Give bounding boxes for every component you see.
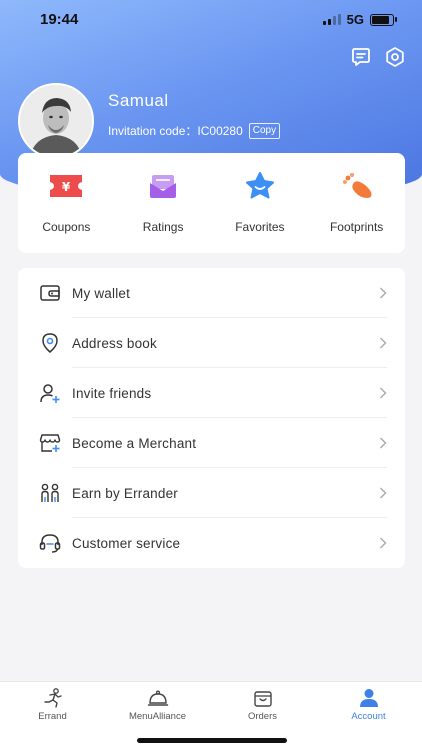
avatar[interactable] xyxy=(18,83,94,159)
chevron-right-icon xyxy=(380,437,387,449)
menu-item-label: Earn by Errander xyxy=(72,485,178,501)
menu-item-label: My wallet xyxy=(72,285,131,301)
copy-button[interactable]: Copy xyxy=(248,122,281,139)
tab-account[interactable]: Account xyxy=(316,682,421,722)
quick-action-footprints[interactable]: Footprints xyxy=(308,153,405,253)
chevron-right-icon xyxy=(380,287,387,299)
invitation-code-row: Invitation code： IC00280 Copy xyxy=(108,122,281,139)
account-user-icon xyxy=(359,689,378,707)
quick-actions-card: ¥ Coupons Ratings Favorites Footprints xyxy=(18,153,405,253)
settings-icon[interactable] xyxy=(383,45,407,69)
network-label: 5G xyxy=(346,12,364,27)
chevron-right-icon xyxy=(380,387,387,399)
tab-label: Errand xyxy=(38,711,67,722)
battery-icon xyxy=(370,13,397,26)
tab-orders[interactable]: Orders xyxy=(210,682,315,722)
tab-label: MenuAlliance xyxy=(128,711,187,722)
quick-action-label: Coupons xyxy=(42,220,91,234)
invitation-code: IC00280 xyxy=(197,123,243,138)
menu-item-become-merchant[interactable]: Become a Merchant xyxy=(18,418,405,468)
quick-action-favorites[interactable]: Favorites xyxy=(212,153,309,253)
username: Samual xyxy=(108,91,169,110)
menu-item-earn-by-errander[interactable]: Earn by Errander xyxy=(18,468,405,518)
ratings-envelope-icon xyxy=(150,175,177,198)
menu-list-card: My wallet Address book Invite friends Be xyxy=(18,268,405,568)
menu-item-address-book[interactable]: Address book xyxy=(18,318,405,368)
location-pin-icon xyxy=(42,333,58,353)
quick-action-label: Favorites xyxy=(235,220,285,234)
status-time: 19:44 xyxy=(40,11,79,28)
home-indicator xyxy=(137,738,287,743)
menu-item-label: Address book xyxy=(72,335,157,351)
invitation-label: Invitation code： xyxy=(108,124,198,138)
merchant-store-icon xyxy=(39,434,61,452)
menu-item-label: Become a Merchant xyxy=(72,435,197,451)
coupon-icon: ¥ xyxy=(50,175,83,197)
menu-item-customer-service[interactable]: Customer service xyxy=(18,518,405,568)
chevron-right-icon xyxy=(380,487,387,499)
quick-action-coupons[interactable]: ¥ Coupons xyxy=(18,153,115,253)
status-indicators: 5G xyxy=(322,12,397,27)
headset-icon xyxy=(39,534,61,553)
errander-people-icon xyxy=(41,483,59,502)
quick-action-ratings[interactable]: Ratings xyxy=(115,153,212,253)
footprints-icon xyxy=(342,172,372,198)
message-icon[interactable] xyxy=(349,45,373,69)
menu-item-invite-friends[interactable]: Invite friends xyxy=(18,368,405,418)
favorites-star-icon xyxy=(245,172,274,199)
invite-user-icon xyxy=(40,384,60,403)
quick-action-label: Ratings xyxy=(142,220,184,234)
tab-label: Orders xyxy=(247,711,278,722)
chevron-right-icon xyxy=(380,537,387,549)
shopping-bag-icon xyxy=(253,691,272,707)
svg-text:¥: ¥ xyxy=(62,180,71,194)
menu-item-my-wallet[interactable]: My wallet xyxy=(18,268,405,318)
status-bar: 19:44 5G xyxy=(0,0,422,40)
cloche-icon xyxy=(147,690,168,706)
avatar-portrait xyxy=(20,85,92,157)
tab-menualliance[interactable]: MenuAlliance xyxy=(105,682,210,722)
quick-action-label: Footprints xyxy=(329,220,384,234)
wallet-icon xyxy=(40,285,60,301)
menu-item-label: Customer service xyxy=(72,535,181,551)
menu-item-label: Invite friends xyxy=(72,385,152,401)
signal-icon xyxy=(322,14,341,25)
tab-label: Account xyxy=(351,711,386,722)
tab-errand[interactable]: Errand xyxy=(0,682,105,722)
chevron-right-icon xyxy=(380,337,387,349)
runner-icon xyxy=(43,688,62,708)
